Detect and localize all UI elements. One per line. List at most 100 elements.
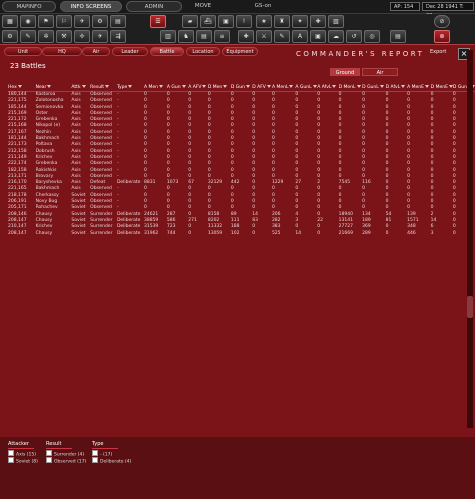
sort-arrow-icon[interactable] [289, 84, 294, 88]
sort-arrow-icon[interactable] [17, 84, 22, 88]
column-header[interactable]: Type [116, 83, 144, 92]
sort-arrow-icon[interactable] [105, 84, 110, 88]
checkbox[interactable] [46, 450, 52, 456]
column-header[interactable]: A MenE [407, 83, 431, 92]
filter-option[interactable]: Deliberate (4) [92, 457, 131, 465]
history-icon[interactable]: ↺ [346, 30, 362, 43]
column-header[interactable]: D MenL [338, 83, 363, 92]
sort-arrow-icon[interactable] [159, 84, 163, 88]
tools-icon[interactable]: ✎ [20, 30, 36, 43]
formation-icon[interactable]: ⚑ [38, 15, 54, 28]
sort-arrow-icon[interactable] [223, 84, 228, 88]
column-header[interactable]: D AFV [252, 83, 272, 92]
trophy-icon[interactable]: ♜ [274, 15, 290, 28]
list-icon[interactable]: ≡ [214, 30, 230, 43]
alert-icon[interactable]: ! [236, 15, 252, 28]
document-icon[interactable]: ▤ [390, 30, 406, 43]
chart-icon[interactable]: ▥ [160, 30, 176, 43]
convoy-icon[interactable]: ⇶ [110, 30, 126, 43]
tab-leader[interactable]: Leader [112, 47, 148, 56]
vertical-scrollbar[interactable] [467, 50, 473, 428]
column-header[interactable]: A AFV [188, 83, 208, 92]
tab-air-battles[interactable]: Air [362, 68, 398, 76]
notes-icon[interactable]: ✎ [274, 30, 290, 43]
checkbox[interactable] [92, 450, 98, 456]
checkbox[interactable] [92, 457, 98, 463]
production-icon[interactable]: ⚙ [92, 15, 108, 28]
column-header[interactable]: A Men [143, 83, 167, 92]
sort-arrow-icon[interactable] [266, 84, 271, 88]
column-header[interactable]: A AfvL [317, 83, 339, 92]
export-button[interactable]: Export [430, 49, 446, 55]
ship-icon[interactable]: ⛴ [200, 15, 216, 28]
filter-option[interactable]: Surrender (4) [46, 450, 86, 458]
losses-icon[interactable]: ✚ [238, 30, 254, 43]
tab-ground[interactable]: Ground [330, 68, 360, 76]
scroll-thumb[interactable] [467, 296, 473, 318]
column-header[interactable]: D Gun [230, 83, 253, 92]
ai-icon[interactable]: A [292, 30, 308, 43]
column-header[interactable]: D AfvL [385, 83, 408, 92]
tab-mapinfo[interactable]: MAPINFO [2, 1, 56, 12]
sort-arrow-icon[interactable] [181, 84, 186, 88]
support-icon[interactable]: ✢ [74, 30, 90, 43]
table-row[interactable]: 208,147 Chausy Soviet Surrender Deliberate 31… [8, 231, 475, 237]
column-header[interactable]: Hex [8, 83, 36, 92]
tab-move[interactable]: MOVE [190, 1, 216, 12]
checkbox[interactable] [8, 457, 14, 463]
tab-equipment[interactable]: Equipment [222, 47, 258, 56]
sort-arrow-icon[interactable] [128, 84, 133, 88]
tab-admin[interactable]: ADMIN [126, 1, 182, 12]
weather-icon[interactable]: ☁ [328, 30, 344, 43]
column-header[interactable]: D Men [207, 83, 231, 92]
target-icon[interactable]: ⊘ [434, 15, 450, 28]
tab-unit[interactable]: Unit [4, 47, 42, 56]
sort-arrow-icon[interactable] [379, 84, 384, 88]
filter-option[interactable]: Soviet (8) [8, 457, 38, 465]
checkbox[interactable] [46, 457, 52, 463]
tab-battle[interactable]: Battle [150, 47, 184, 56]
sort-arrow-icon[interactable] [202, 84, 207, 88]
sort-arrow-icon[interactable] [81, 84, 86, 88]
sort-arrow-icon[interactable] [356, 84, 361, 88]
tank-icon[interactable]: ▰ [182, 15, 198, 28]
sort-arrow-icon[interactable] [312, 84, 317, 88]
star-icon[interactable]: ★ [256, 15, 272, 28]
tab-hq[interactable]: HQ [42, 47, 82, 56]
sort-arrow-icon[interactable] [401, 84, 406, 88]
units-icon[interactable]: ◉ [20, 15, 36, 28]
sort-arrow-icon[interactable] [47, 84, 52, 88]
filter-option[interactable]: Observed (17) [46, 457, 86, 465]
column-header[interactable]: D GunL [362, 83, 386, 92]
column-header[interactable]: Result [90, 83, 117, 92]
tab-location[interactable]: Location [186, 47, 220, 56]
column-header[interactable]: Attk [71, 83, 91, 92]
artillery-icon[interactable]: ⚒ [56, 30, 72, 43]
troops-icon[interactable]: ♞ [178, 30, 194, 43]
rail-icon[interactable]: ☰ [150, 15, 166, 28]
air-icon[interactable]: ✈ [74, 15, 90, 28]
tab-info-screens[interactable]: INFO SCREENS [60, 1, 122, 12]
sort-arrow-icon[interactable] [332, 84, 337, 88]
map-icon[interactable]: ▧ [328, 15, 344, 28]
column-header[interactable]: A GunL [295, 83, 318, 92]
checkbox[interactable] [8, 450, 14, 456]
supply-icon[interactable]: ▤ [110, 15, 126, 28]
plane-icon[interactable]: ✈ [92, 30, 108, 43]
victory-icon[interactable]: ✦ [292, 15, 308, 28]
gear-icon[interactable]: ⚙ [2, 30, 18, 43]
clipboard-icon[interactable]: ▤ [196, 30, 212, 43]
gs-toggle[interactable]: GS-on [250, 1, 276, 12]
column-header[interactable]: A Gun [166, 83, 189, 92]
crosshair-icon[interactable]: ✚ [310, 15, 326, 28]
hq-icon[interactable]: ⚐ [56, 15, 72, 28]
tab-air[interactable]: Air [82, 47, 110, 56]
column-header[interactable]: D MenE [430, 83, 453, 92]
sort-arrow-icon[interactable] [425, 84, 429, 88]
camera-icon[interactable]: ◎ [364, 30, 380, 43]
report-icon-a[interactable]: ▣ [218, 15, 234, 28]
orders-icon[interactable]: ▦ [2, 15, 18, 28]
report-icon[interactable]: ▣ [310, 30, 326, 43]
column-header[interactable]: A MenL [271, 83, 296, 92]
end-turn-icon[interactable]: ⊚ [434, 30, 450, 43]
